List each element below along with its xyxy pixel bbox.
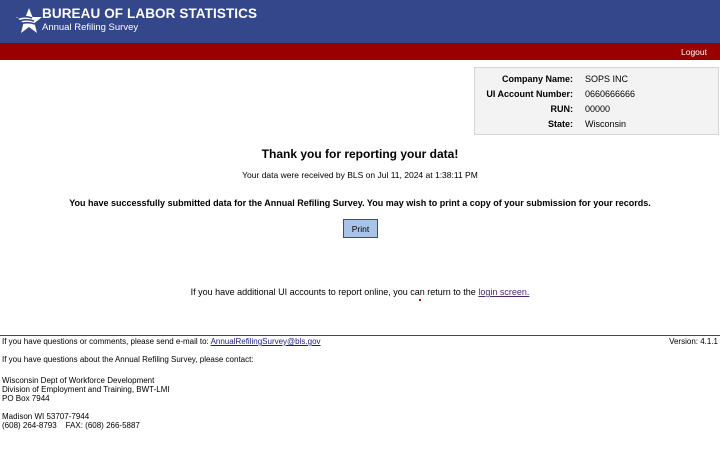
version-label: Version: 4.1.1 <box>669 337 718 346</box>
state-label: State: <box>547 119 573 129</box>
additional-accounts-text: If you have additional UI accounts to re… <box>0 287 720 297</box>
red-dot-marker <box>419 299 421 301</box>
phone-number: (608) 264-8793 <box>2 421 57 430</box>
survey-subtitle: Annual Refiling Survey <box>42 22 139 33</box>
address-line-1: Wisconsin Dept of Workforce Development <box>2 376 155 385</box>
run-value: 00000 <box>585 104 611 114</box>
run-row: RUN: 00000 <box>475 104 720 119</box>
company-row: Company Name: SOPS INC <box>475 74 720 89</box>
footer-divider <box>0 335 720 336</box>
address-line-4: Madison WI 53707-7944 <box>2 412 90 421</box>
received-timestamp: Your data were received by BLS on Jul 11… <box>242 170 478 180</box>
bls-star-logo-icon <box>15 8 42 33</box>
phone-fax-line: (608) 264-8793 FAX: (608) 266-5887 <box>2 421 140 430</box>
print-button[interactable]: Print <box>343 219 378 238</box>
company-value: SOPS INC <box>585 74 629 84</box>
contact-intro: If you have questions about the Annual R… <box>2 355 254 364</box>
address-line-2: Division of Employment and Training, BWT… <box>2 385 170 394</box>
success-message: You have successfully submitted data for… <box>69 198 651 208</box>
thank-you-heading: Thank you for reporting your data! <box>261 147 459 161</box>
footer-contact-email: If you have questions or comments, pleas… <box>2 337 321 346</box>
address-line-3: PO Box 7944 <box>2 394 50 403</box>
site-header: BUREAU OF LABOR STATISTICS Annual Refili… <box>0 0 720 43</box>
account-info-panel: Company Name: SOPS INC UI Account Number… <box>474 67 719 135</box>
ui-account-label: UI Account Number: <box>486 89 573 99</box>
company-label: Company Name: <box>501 74 573 84</box>
additional-accounts-label: If you have additional UI accounts to re… <box>190 287 476 297</box>
ui-account-row: UI Account Number: 0660666666 <box>475 89 720 104</box>
agency-title: BUREAU OF LABOR STATISTICS <box>42 6 258 21</box>
fax-number: FAX: (608) 266-5887 <box>65 421 140 430</box>
run-label: RUN: <box>550 104 574 114</box>
login-screen-link[interactable]: login screen. <box>478 287 529 297</box>
nav-bar: Logout <box>0 43 720 60</box>
questions-text: If you have questions or comments, pleas… <box>2 337 209 346</box>
state-row: State: Wisconsin <box>475 119 720 134</box>
ui-account-value: 0660666666 <box>585 89 636 99</box>
survey-email-link[interactable]: AnnualRefilingSurvey@bls.gov <box>211 337 321 346</box>
state-value: Wisconsin <box>585 119 627 129</box>
logout-link[interactable]: Logout <box>681 47 707 57</box>
